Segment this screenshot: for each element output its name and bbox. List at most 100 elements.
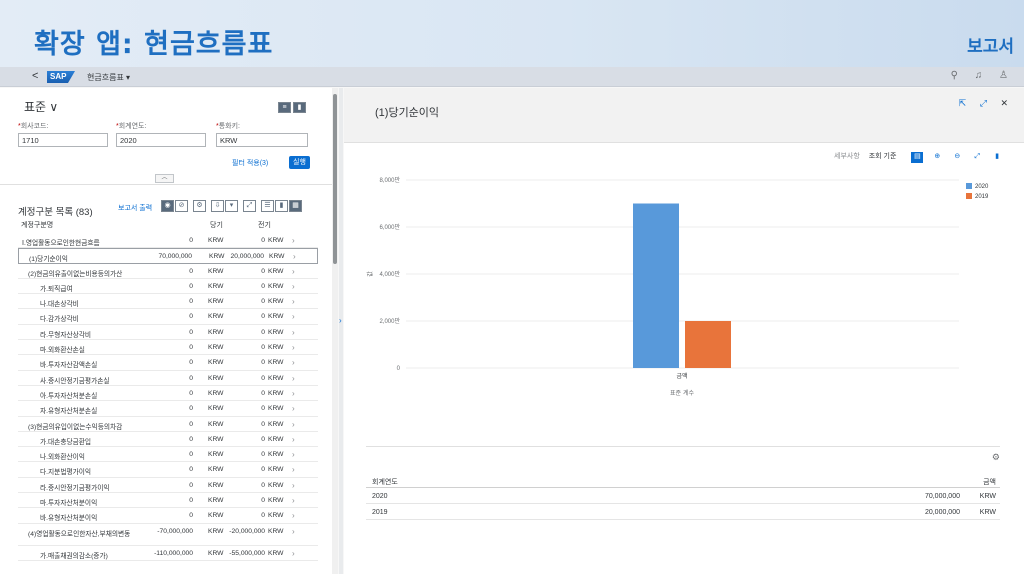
detail-title: (1)당기순이익 [375, 107, 440, 119]
sap-logo[interactable]: SAP [47, 71, 75, 83]
chevron-right-icon[interactable]: › [292, 404, 295, 413]
table-row[interactable]: 자.유형자산처분손실 0 KRW 0 KRW › [18, 401, 318, 417]
chevron-right-icon[interactable]: › [292, 420, 295, 429]
detail-table-row[interactable]: 2020 70,000,000 KRW [366, 488, 1000, 504]
row-previous-value: 20,000,000 [230, 253, 264, 261]
table-row[interactable]: 바.유형자산처분이익 0 KRW 0 KRW › [18, 508, 318, 524]
row-current-unit: KRW [208, 497, 224, 505]
fullscreen-chart-icon[interactable]: ⤢ [971, 153, 983, 164]
chart-type-icon[interactable]: ▮ [991, 152, 1003, 163]
table-row[interactable]: 나.외화환산이익 0 KRW 0 KRW › [18, 447, 318, 463]
col-header-year[interactable]: 회계연도 [372, 477, 398, 487]
chevron-right-icon[interactable]: › [292, 496, 295, 505]
chart-view-icon[interactable]: ▮ [275, 200, 288, 212]
row-current-unit: KRW [208, 328, 224, 336]
fiscal-year-input[interactable]: 2020 [116, 133, 206, 147]
chevron-right-icon[interactable]: › [292, 481, 295, 490]
export-dropdown-icon[interactable]: ▾ [225, 200, 238, 212]
fullscreen-icon[interactable]: ⤢ [980, 98, 987, 108]
chevron-right-icon[interactable]: › [292, 549, 295, 558]
chevron-right-icon[interactable]: › [292, 282, 295, 291]
adapt-filters-button[interactable]: 필터 적용(3) [232, 158, 268, 168]
table-row[interactable]: Ⅰ.영업활동으로인한현금흐름 0 KRW 0 KRW › [18, 233, 318, 249]
table-row[interactable]: 라.중시안정기금평가이익 0 KRW 0 KRW › [18, 478, 318, 494]
chevron-right-icon[interactable]: › [292, 343, 295, 352]
grid-view-icon[interactable]: ▦ [289, 200, 302, 212]
chart-icon[interactable]: ▮ [293, 102, 306, 113]
chevron-right-icon[interactable]: › [293, 252, 296, 261]
chevron-right-icon[interactable]: › [292, 527, 295, 536]
table-view-icon[interactable]: ☰ [261, 200, 274, 212]
scrollbar[interactable] [332, 88, 338, 574]
currency-input[interactable]: KRW [216, 133, 308, 147]
chevron-right-icon[interactable]: › [292, 267, 295, 276]
back-icon[interactable]: < [32, 70, 38, 82]
table-row[interactable]: 가.매출채권의감소(증가) -110,000,000 KRW -55,000,000 K… [18, 546, 318, 561]
hide-icon[interactable]: ⊘ [175, 200, 188, 212]
splitter[interactable]: › [339, 88, 343, 574]
user-icon[interactable]: ♙ [999, 70, 1008, 81]
legend-toggle-icon[interactable]: ▤ [911, 152, 924, 163]
col-header-previous[interactable]: 전기 [258, 220, 271, 230]
table-row[interactable]: 아.투자자산처분손실 0 KRW 0 KRW › [18, 386, 318, 402]
table-row[interactable]: 마.투자자산처분이익 0 KRW 0 KRW › [18, 493, 318, 509]
chevron-right-icon[interactable]: › [292, 511, 295, 520]
shell-bar: < SAP 현금흐름표 ▾ ⚲ ♫ ♙ [0, 67, 1024, 87]
eye-icon[interactable]: ◉ [161, 200, 174, 212]
table-row[interactable]: 마.외화환산손실 0 KRW 0 KRW › [18, 340, 318, 356]
table-row[interactable]: 바.투자자산감액손실 0 KRW 0 KRW › [18, 355, 318, 371]
table-row[interactable]: 가.대손충당금환입 0 KRW 0 KRW › [18, 432, 318, 448]
table-row[interactable]: 가.퇴직급여 0 KRW 0 KRW › [18, 279, 318, 295]
table-row[interactable]: 다.지분법평가이익 0 KRW 0 KRW › [18, 462, 318, 478]
export-icon[interactable]: ⇩ [211, 200, 224, 212]
row-name: 바.유형자산처분이익 [40, 515, 98, 523]
collapse-header-button[interactable]: ︿ [155, 174, 174, 183]
settings-icon[interactable]: ⚙ [193, 200, 206, 212]
chevron-right-icon[interactable]: › [292, 450, 295, 459]
open-external-icon[interactable]: ⇱ [959, 98, 967, 108]
row-current-unit: KRW [208, 451, 224, 459]
row-name: 사.중시안정기금평가손실 [40, 377, 110, 385]
chevron-right-icon[interactable]: › [292, 465, 295, 474]
table-row[interactable]: 사.중시안정기금평가손실 0 KRW 0 KRW › [18, 371, 318, 386]
details-button[interactable]: 세부사항 [834, 153, 860, 160]
chevron-right-icon[interactable]: › [292, 435, 295, 444]
chevron-right-icon[interactable]: › [292, 236, 295, 245]
bell-icon[interactable]: ♫ [975, 70, 983, 81]
col-header-current[interactable]: 당기 [210, 220, 223, 230]
filter-toggle-icon[interactable]: ≡ [278, 102, 291, 113]
close-icon[interactable]: ✕ [1000, 98, 1008, 108]
variant-selector[interactable]: 표준 ∨ [24, 98, 58, 115]
table-row[interactable]: (2)현금의유출이없는비용등의가산 0 KRW 0 KRW › [18, 264, 318, 279]
table-row[interactable]: 라.무형자산상각비 0 KRW 0 KRW › [18, 325, 318, 341]
chevron-right-icon[interactable]: › [292, 312, 295, 321]
report-output-button[interactable]: 보고서 출력 [118, 203, 152, 213]
row-current-unit: KRW [208, 298, 224, 306]
col-header-name[interactable]: 계정구분명 [21, 220, 53, 230]
chevron-right-icon[interactable]: › [292, 374, 295, 383]
table-row[interactable]: 나.대손상각비 0 KRW 0 KRW › [18, 294, 318, 310]
go-button[interactable]: 실행 [289, 156, 310, 169]
table-row[interactable]: (4)영업활동으로인한자산,부채의변동 -70,000,000 KRW -20,000… [18, 524, 318, 546]
chevron-right-icon[interactable]: › [292, 358, 295, 367]
gear-icon[interactable]: ⚙ [992, 452, 1000, 463]
table-row[interactable]: 다.감가상각비 0 KRW 0 KRW › [18, 309, 318, 325]
app-title-menu[interactable]: 현금흐름표 ▾ [87, 72, 130, 83]
chevron-right-icon[interactable]: › [292, 297, 295, 306]
chevron-right-icon[interactable]: › [292, 389, 295, 398]
row-current-value: 0 [189, 420, 193, 428]
table-row[interactable]: (3)현금의유입이없는수익등의차감 0 KRW 0 KRW › [18, 417, 318, 432]
company-code-input[interactable]: 1710 [18, 133, 108, 147]
col-header-amount[interactable]: 금액 [983, 477, 996, 487]
chevron-right-icon[interactable]: › [339, 316, 342, 325]
zoom-in-icon[interactable]: ⊕ [931, 152, 943, 163]
detail-table-row[interactable]: 2019 20,000,000 KRW [366, 504, 1000, 520]
zoom-out-icon[interactable]: ⊖ [951, 152, 963, 163]
table-row[interactable]: (1)당기순이익 70,000,000 KRW 20,000,000 KRW › [18, 248, 318, 264]
currency-label: *통화키: [216, 123, 240, 130]
chevron-right-icon[interactable]: › [292, 328, 295, 337]
view-by-button[interactable]: 조회 기준 [869, 153, 897, 160]
fullscreen-icon[interactable]: ⤢ [243, 200, 256, 212]
bar-chart[interactable]: 0 2,000만 4,000만 6,000만 8,000만값금액표준 계수 2020 201… [344, 170, 1024, 410]
search-icon[interactable]: ⚲ [951, 70, 958, 81]
